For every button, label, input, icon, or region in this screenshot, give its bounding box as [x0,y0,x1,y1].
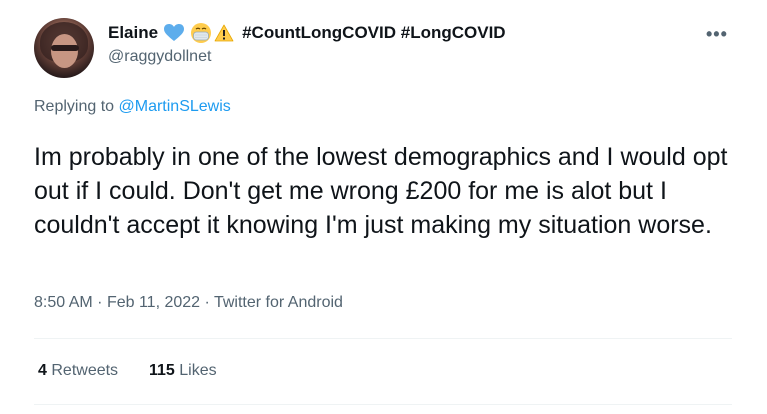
blue-heart-icon [164,24,185,41]
tweet-text: Im probably in one of the lowest demogra… [34,143,728,239]
tweet-time[interactable]: 8:50 AM [34,294,93,311]
reply-mention-link[interactable]: @MartinSLewis [119,98,231,115]
replying-to-prefix: Replying to [34,98,115,115]
author-name-row[interactable]: Elaine #CountLongCOVID #LongCOVID [108,22,506,44]
more-options-icon[interactable]: ••• [706,24,728,45]
replying-to: Replying to @MartinSLewis [34,98,231,116]
tweet-date[interactable]: Feb 11, 2022 [107,294,200,311]
retweets-label: Retweets [51,362,119,379]
author-hashtags: #CountLongCOVID #LongCOVID [242,23,506,42]
meta-separator: · [97,294,103,311]
likes-stat[interactable]: 115 Likes [149,362,217,379]
retweets-count: 4 [38,362,47,379]
tweet-source[interactable]: Twitter for Android [214,294,343,311]
tweet-meta: 8:50 AM · Feb 11, 2022 · Twitter for And… [34,294,343,312]
retweets-stat[interactable]: 4 Retweets [38,362,123,379]
display-name[interactable]: Elaine [108,23,158,43]
name-emojis [164,22,234,44]
warning-icon [214,24,234,42]
avatar-face [51,34,78,68]
divider [34,338,732,339]
medical-mask-icon [191,23,212,43]
tweet-stats: 4 Retweets 115 Likes [38,362,217,380]
author-handle[interactable]: @raggydollnet [108,48,211,66]
avatar[interactable] [34,18,94,78]
likes-label: Likes [179,362,217,379]
divider [34,404,732,405]
likes-count: 115 [148,362,175,379]
avatar-glasses [51,45,79,51]
meta-separator: · [204,294,210,311]
